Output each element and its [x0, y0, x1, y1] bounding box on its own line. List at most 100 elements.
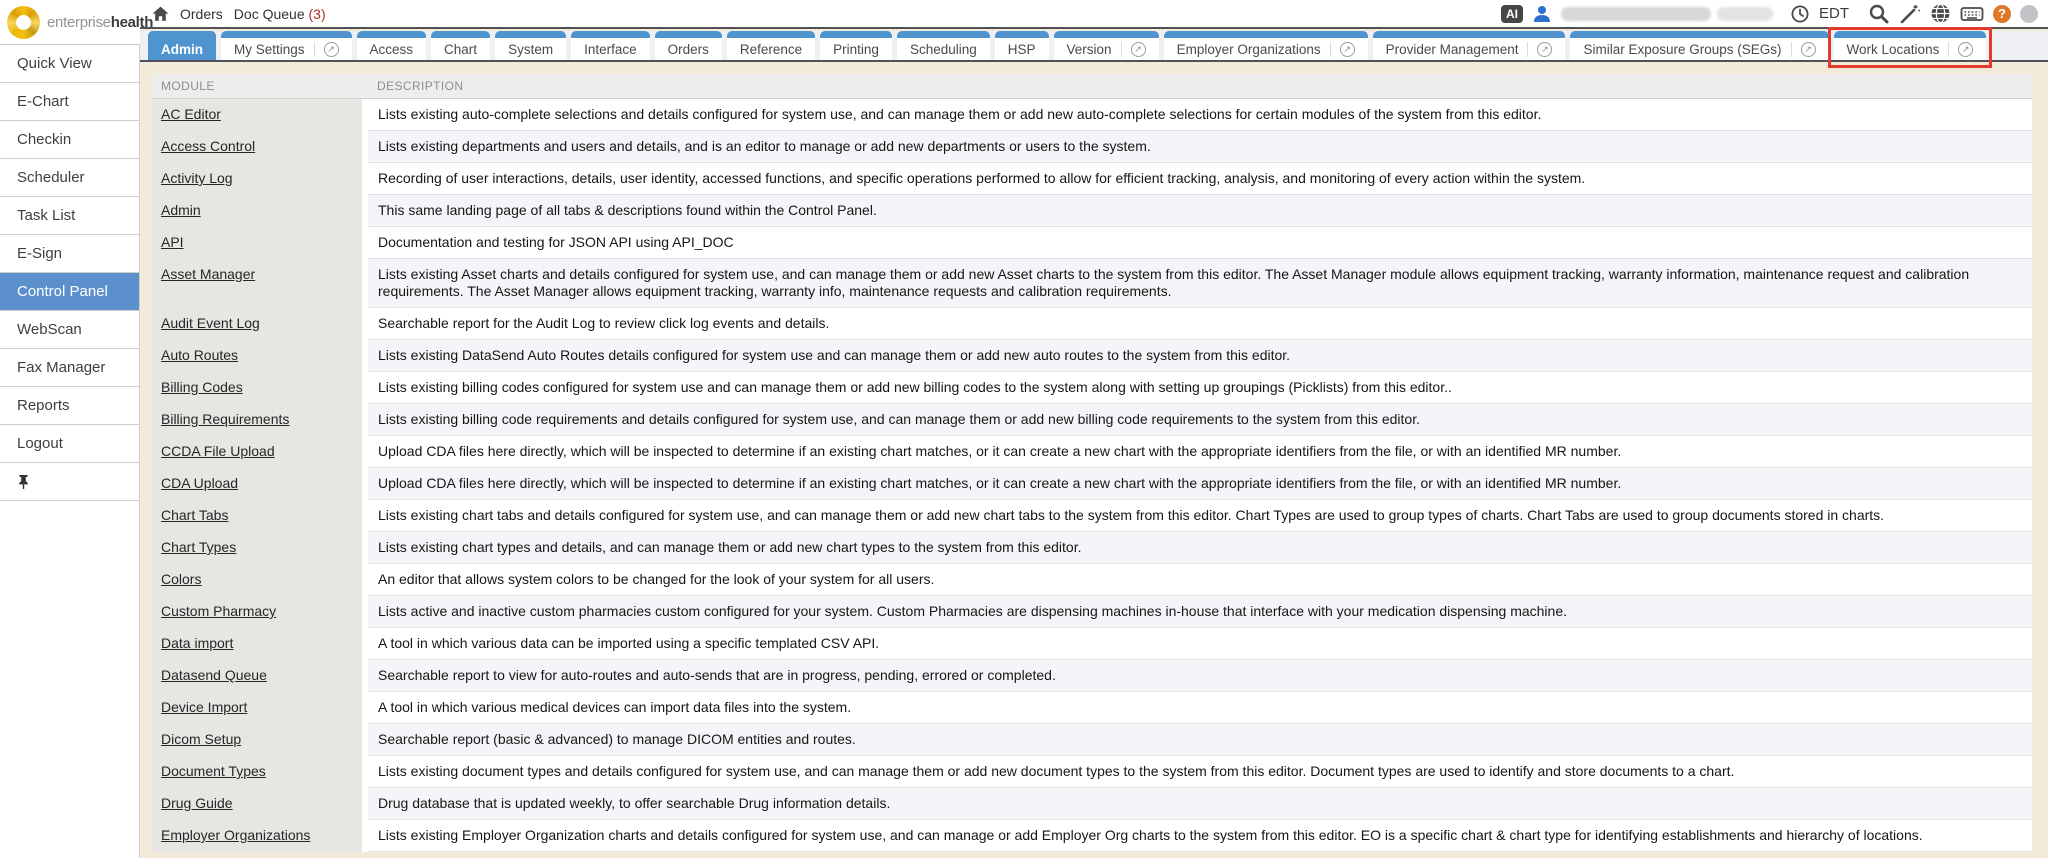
- presence-icon[interactable]: [2020, 5, 2038, 23]
- tab-provider-management[interactable]: Provider Management↗: [1373, 31, 1566, 60]
- module-cell: CCDA File Upload: [152, 436, 362, 468]
- tab-interface[interactable]: Interface: [571, 31, 650, 60]
- sidebar-item-label: Checkin: [17, 131, 71, 148]
- ai-badge[interactable]: AI: [1501, 5, 1523, 23]
- tab-label: Admin: [161, 42, 203, 57]
- popout-icon[interactable]: ↗: [314, 42, 339, 57]
- module-cell: API: [152, 227, 362, 259]
- popout-arrow-glyph: ↗: [1131, 42, 1146, 57]
- home-icon[interactable]: [152, 6, 169, 22]
- module-link-access-control[interactable]: Access Control: [161, 138, 255, 154]
- tab-employer-organizations[interactable]: Employer Organizations↗: [1164, 31, 1368, 60]
- module-link-ccda-file-upload[interactable]: CCDA File Upload: [161, 443, 275, 459]
- tab-label: Access: [370, 42, 414, 57]
- globe-icon[interactable]: [1930, 3, 1951, 24]
- tab-hsp[interactable]: HSP: [995, 31, 1049, 60]
- tab-similar-exposure-groups-segs[interactable]: Similar Exposure Groups (SEGs)↗: [1570, 31, 1828, 60]
- module-link-auto-routes[interactable]: Auto Routes: [161, 347, 238, 363]
- module-cell: Access Control: [152, 131, 362, 163]
- tab-label: My Settings: [234, 42, 305, 57]
- tab-admin[interactable]: Admin: [148, 31, 216, 60]
- module-link-data-import[interactable]: Data import: [161, 635, 233, 651]
- sidebar-item-scheduler[interactable]: Scheduler: [0, 159, 139, 197]
- content-area: MODULE DESCRIPTION AC EditorLists existi…: [141, 64, 2048, 858]
- tab-printing[interactable]: Printing: [820, 31, 892, 60]
- module-link-audit-event-log[interactable]: Audit Event Log: [161, 315, 260, 331]
- tab-orders[interactable]: Orders: [655, 31, 722, 60]
- sidebar-item-webscan[interactable]: WebScan: [0, 311, 139, 349]
- top-bar-actions: AI EDT ?: [1501, 3, 2038, 25]
- tab-work-locations[interactable]: Work Locations↗: [1834, 31, 1987, 60]
- module-link-datasend-queue[interactable]: Datasend Queue: [161, 667, 267, 683]
- redacted-username-extra: [1717, 7, 1773, 21]
- module-link-activity-log[interactable]: Activity Log: [161, 170, 233, 186]
- sidebar-item-logout[interactable]: Logout: [0, 425, 139, 463]
- module-link-cda-upload[interactable]: CDA Upload: [161, 475, 238, 491]
- module-link-chart-types[interactable]: Chart Types: [161, 539, 236, 555]
- table-row: ColorsAn editor that allows system color…: [152, 564, 2032, 596]
- module-cell: Data import: [152, 628, 362, 660]
- table-row: CCDA File Upload Upload CDA files here di…: [152, 436, 2032, 468]
- module-link-employer-organizations[interactable]: Employer Organizations: [161, 827, 310, 843]
- sidebar-item-checkin[interactable]: Checkin: [0, 121, 139, 159]
- pin-sidebar-button[interactable]: [0, 463, 139, 501]
- sidebar-item-quick-view[interactable]: Quick View: [0, 45, 139, 83]
- sidebar-item-e-chart[interactable]: E-Chart: [0, 83, 139, 121]
- search-icon[interactable]: [1868, 3, 1890, 25]
- sidebar-item-label: Task List: [17, 207, 75, 224]
- description-cell: Searchable report (basic & advanced) to …: [368, 724, 2032, 756]
- tab-chart[interactable]: Chart: [431, 31, 490, 60]
- description-cell: Lists existing billing codes configured …: [368, 372, 2032, 404]
- tab-my-settings[interactable]: My Settings ↗: [221, 31, 352, 60]
- module-cell: CDA Upload: [152, 468, 362, 500]
- sidebar-item-task-list[interactable]: Task List: [0, 197, 139, 235]
- popout-icon[interactable]: ↗: [1121, 42, 1146, 57]
- tab-version[interactable]: Version↗: [1054, 31, 1159, 60]
- clock-icon[interactable]: [1790, 4, 1810, 24]
- module-link-ac-editor[interactable]: AC Editor: [161, 106, 221, 122]
- keyboard-icon[interactable]: [1960, 5, 1984, 23]
- sidebar-item-e-sign[interactable]: E-Sign: [0, 235, 139, 273]
- sidebar-item-fax-manager[interactable]: Fax Manager: [0, 349, 139, 387]
- module-link-document-types[interactable]: Document Types: [161, 763, 266, 779]
- table-row: AdminThis same landing page of all tabs …: [152, 195, 2032, 227]
- sidebar-item-label: Control Panel: [17, 283, 108, 300]
- module-link-billing-codes[interactable]: Billing Codes: [161, 379, 243, 395]
- tab-access[interactable]: Access: [357, 31, 427, 60]
- doc-queue-label: Doc Queue: [234, 6, 305, 22]
- module-link-asset-manager[interactable]: Asset Manager: [161, 266, 255, 282]
- module-link-dicom-setup[interactable]: Dicom Setup: [161, 731, 241, 747]
- popout-icon[interactable]: ↗: [1527, 42, 1552, 57]
- sidebar-item-control-panel[interactable]: Control Panel: [0, 273, 139, 311]
- user-icon[interactable]: [1532, 4, 1552, 23]
- module-link-api[interactable]: API: [161, 234, 184, 250]
- top-bar: Orders Doc Queue (3) AI EDT ?: [140, 0, 2048, 29]
- popout-icon[interactable]: ↗: [1330, 42, 1355, 57]
- breadcrumb-orders[interactable]: Orders: [180, 6, 223, 22]
- module-link-admin[interactable]: Admin: [161, 202, 201, 218]
- module-cell: Billing Requirements: [152, 404, 362, 436]
- wand-icon[interactable]: [1899, 3, 1921, 25]
- table-row: Chart TypesLists existing chart types an…: [152, 532, 2032, 564]
- module-link-device-import[interactable]: Device Import: [161, 699, 247, 715]
- module-cell: Asset Manager: [152, 259, 362, 308]
- module-link-colors[interactable]: Colors: [161, 571, 201, 587]
- breadcrumb-doc-queue[interactable]: Doc Queue (3): [234, 6, 326, 22]
- sidebar-item-label: WebScan: [17, 321, 82, 338]
- sidebar-item-reports[interactable]: Reports: [0, 387, 139, 425]
- popout-icon[interactable]: ↗: [1791, 42, 1816, 57]
- table-row: Data importA tool in which various data …: [152, 628, 2032, 660]
- app-logo[interactable]: enterprisehealth: [0, 0, 140, 45]
- description-cell: Upload CDA files here directly, which wi…: [368, 436, 2032, 468]
- module-link-chart-tabs[interactable]: Chart Tabs: [161, 507, 228, 523]
- popout-icon[interactable]: ↗: [1948, 42, 1973, 57]
- tab-scheduling[interactable]: Scheduling: [897, 31, 990, 60]
- module-link-billing-requirements[interactable]: Billing Requirements: [161, 411, 289, 427]
- tab-reference[interactable]: Reference: [727, 31, 815, 60]
- description-cell: Lists existing auto-complete selections …: [368, 99, 2032, 131]
- help-icon[interactable]: ?: [1993, 5, 2011, 23]
- module-link-drug-guide[interactable]: Drug Guide: [161, 795, 233, 811]
- module-link-custom-pharmacy[interactable]: Custom Pharmacy: [161, 603, 276, 619]
- tab-label: Reference: [740, 42, 802, 57]
- tab-system[interactable]: System: [495, 31, 566, 60]
